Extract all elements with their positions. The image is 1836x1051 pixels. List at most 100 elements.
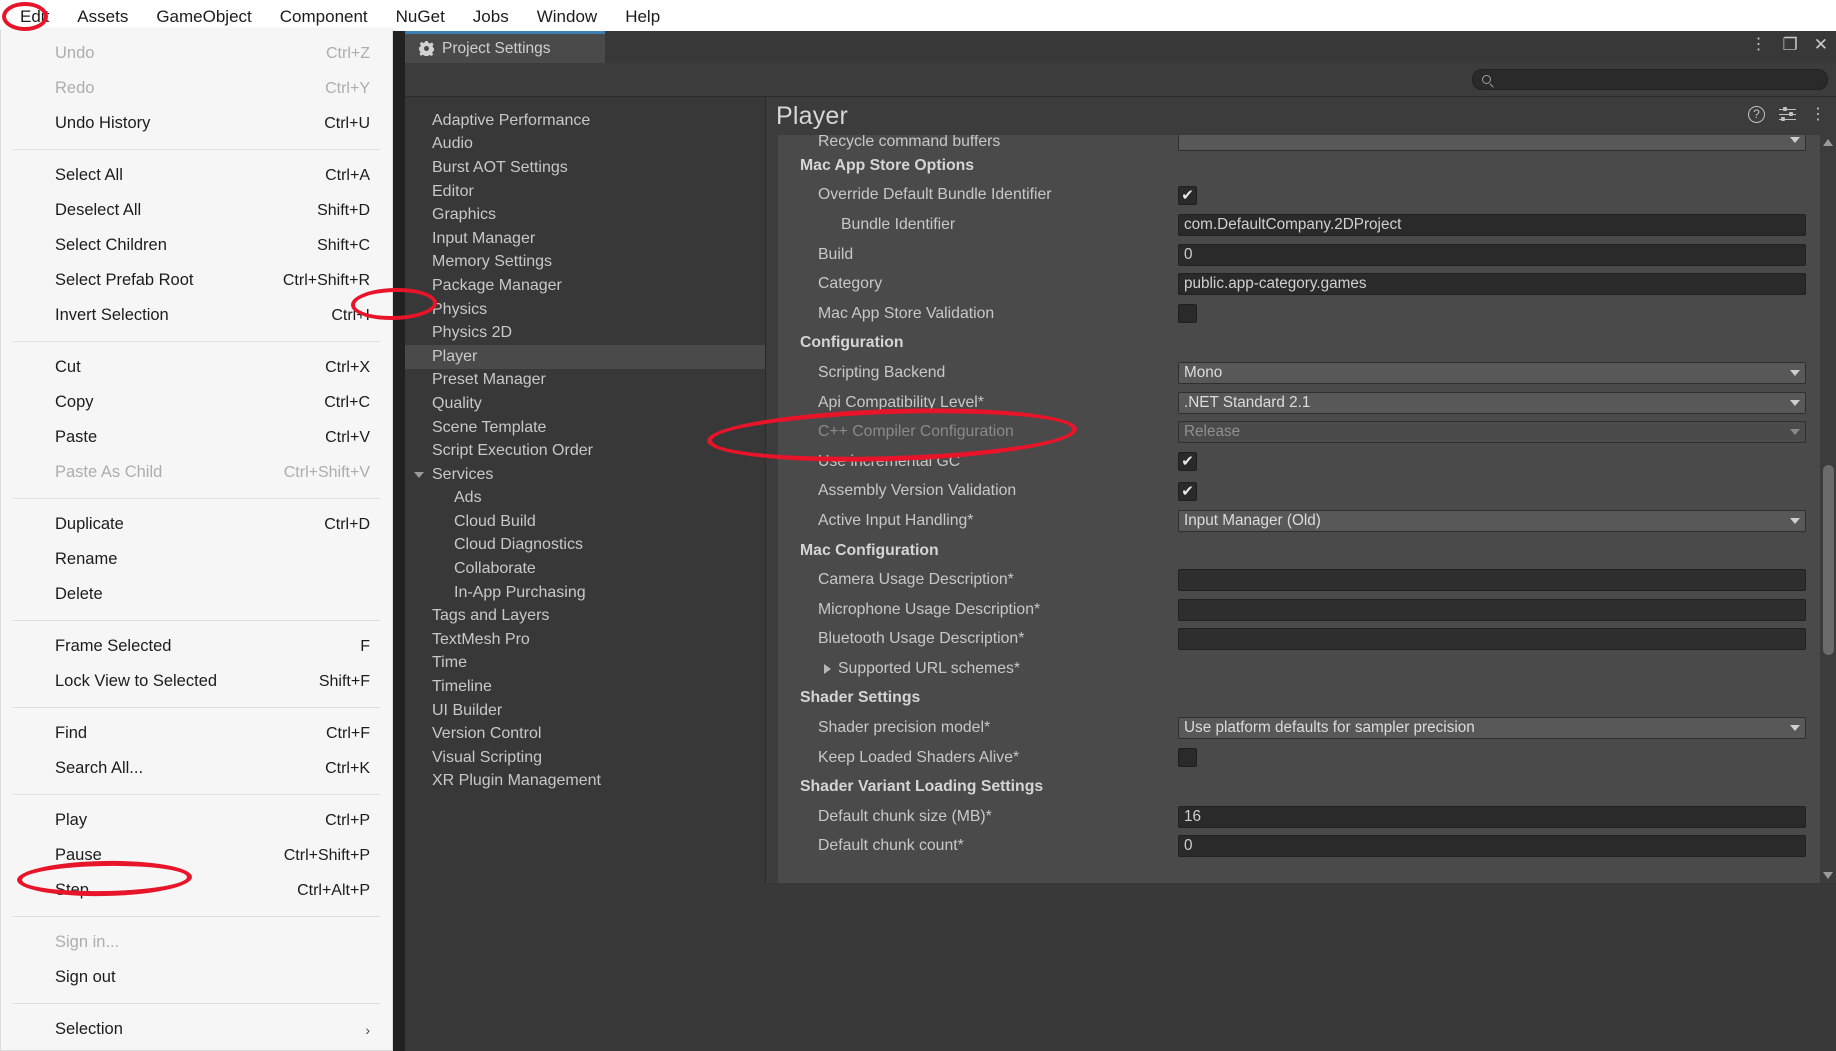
settings-category-input-manager[interactable]: Input Manager [405,227,765,251]
dropdown-api-compatibility-level[interactable]: .NET Standard 2.1 [1178,391,1806,414]
settings-category-adaptive-performance[interactable]: Adaptive Performance [405,109,765,133]
edit-menu-item-paste[interactable]: Paste Ctrl+V [1,420,392,455]
settings-category-preset-manager[interactable]: Preset Manager [405,369,765,393]
property-row-default-chunk-size-mb[interactable]: Default chunk size (MB)* 16 [778,802,1820,832]
settings-category-physics[interactable]: Physics [405,298,765,322]
property-row-override-default-bundle-identifier[interactable]: Override Default Bundle Identifier ✔ [778,181,1820,211]
edit-menu-item-select-children[interactable]: Select Children Shift+C [1,228,392,263]
settings-category-burst-aot-settings[interactable]: Burst AOT Settings [405,156,765,180]
settings-category-xr-plugin-management[interactable]: XR Plugin Management [405,770,765,794]
edit-menu-item-pause[interactable]: Pause Ctrl+Shift+P [1,838,392,873]
settings-vertical-scrollbar[interactable] [1820,135,1836,883]
edit-menu-item-selection[interactable]: Selection › [1,1012,392,1047]
search-input[interactable] [1497,72,1818,87]
settings-category-collaborate[interactable]: Collaborate [405,557,765,581]
settings-category-package-manager[interactable]: Package Manager [405,274,765,298]
edit-menu-item-find[interactable]: Find Ctrl+F [1,716,392,751]
settings-category-audio[interactable]: Audio [405,133,765,157]
property-row-camera-usage-description[interactable]: Camera Usage Description* [778,565,1820,595]
property-row-assembly-version-validation[interactable]: Assembly Version Validation ✔ [778,477,1820,507]
edit-menu-item-lock-view-to-selected[interactable]: Lock View to Selected Shift+F [1,664,392,699]
settings-category-script-execution-order[interactable]: Script Execution Order [405,439,765,463]
text-input-default-chunk-size-mb[interactable]: 16 [1178,805,1806,828]
property-row-default-chunk-count[interactable]: Default chunk count* 0 [778,832,1820,862]
chevron-right-icon[interactable] [824,663,831,674]
edit-menu-item-frame-selected[interactable]: Frame Selected F [1,629,392,664]
edit-menu-item-invert-selection[interactable]: Invert Selection Ctrl+I [1,298,392,333]
settings-category-quality[interactable]: Quality [405,392,765,416]
dropdown-active-input-handling[interactable]: Input Manager (Old) [1178,509,1806,532]
property-row-recycle-command-buffers[interactable]: Recycle command buffers [778,135,1820,151]
menu-nuget[interactable]: NuGet [382,3,459,31]
text-input-microphone-usage-description[interactable] [1178,598,1806,621]
menu-help[interactable]: Help [611,3,674,31]
scroll-down-arrow-icon[interactable] [1823,872,1833,879]
edit-menu-item-undo-history[interactable]: Undo History Ctrl+U [1,106,392,141]
text-input-default-chunk-count[interactable]: 0 [1178,835,1806,858]
scroll-up-arrow-icon[interactable] [1823,139,1833,146]
property-row-bundle-identifier[interactable]: Bundle Identifier com.DefaultCompany.2DPr… [778,210,1820,240]
checkbox-keep-loaded-shaders-alive[interactable]: ✔ [1178,748,1197,768]
menu-assets[interactable]: Assets [63,3,142,31]
checkbox-use-incremental-gc[interactable]: ✔ [1178,452,1197,472]
edit-menu-item-search-all[interactable]: Search All... Ctrl+K [1,751,392,786]
help-icon[interactable]: ? [1748,106,1765,123]
text-input-bundle-identifier[interactable]: com.DefaultCompany.2DProject [1178,213,1806,236]
settings-category-memory-settings[interactable]: Memory Settings [405,251,765,275]
settings-category-version-control[interactable]: Version Control [405,722,765,746]
checkbox-mac-app-store-validation[interactable]: ✔ [1178,304,1197,324]
settings-category-graphics[interactable]: Graphics [405,203,765,227]
text-input-camera-usage-description[interactable] [1178,569,1806,592]
search-box[interactable] [1472,69,1828,90]
property-row-category[interactable]: Category public.app-category.games [778,269,1820,299]
property-row-mac-app-store-validation[interactable]: Mac App Store Validation ✔ [778,299,1820,329]
settings-category-player[interactable]: Player [405,344,765,369]
settings-category-timeline[interactable]: Timeline [405,675,765,699]
edit-menu-item-copy[interactable]: Copy Ctrl+C [1,385,392,420]
settings-category-in-app-purchasing[interactable]: In-App Purchasing [405,581,765,605]
dropdown-recycle-command-buffers[interactable] [1178,135,1806,151]
property-row-keep-loaded-shaders-alive[interactable]: Keep Loaded Shaders Alive* ✔ [778,743,1820,773]
panel-menu-icon[interactable]: ⋮ [1810,106,1826,123]
settings-category-ui-builder[interactable]: UI Builder [405,699,765,723]
edit-menu-item-step[interactable]: Step Ctrl+Alt+P [1,873,392,908]
window-more-icon[interactable]: ⋮ [1751,35,1767,55]
property-row-shader-precision-model[interactable]: Shader precision model* Use platform defa… [778,713,1820,743]
settings-category-list[interactable]: Adaptive Performance Audio Burst AOT Setti… [405,97,766,883]
menu-window[interactable]: Window [523,3,611,31]
checkbox-assembly-version-validation[interactable]: ✔ [1178,481,1197,501]
settings-category-services[interactable]: Services [405,463,765,487]
edit-menu-item-sign-out[interactable]: Sign out [1,960,392,995]
settings-category-editor[interactable]: Editor [405,180,765,204]
settings-category-visual-scripting[interactable]: Visual Scripting [405,746,765,770]
text-input-category[interactable]: public.app-category.games [1178,273,1806,296]
checkbox-override-default-bundle-identifier[interactable]: ✔ [1178,185,1197,205]
dropdown-scripting-backend[interactable]: Mono [1178,361,1806,384]
tab-project-settings[interactable]: Project Settings [405,31,605,63]
settings-category-scene-template[interactable]: Scene Template [405,416,765,440]
settings-category-tags-and-layers[interactable]: Tags and Layers [405,604,765,628]
property-row-microphone-usage-description[interactable]: Microphone Usage Description* [778,595,1820,625]
window-close-icon[interactable]: ✕ [1814,35,1828,55]
settings-category-cloud-diagnostics[interactable]: Cloud Diagnostics [405,534,765,558]
menu-edit[interactable]: Edit [6,3,63,31]
property-row-c-compiler-configuration[interactable]: C++ Compiler Configuration Release [778,417,1820,447]
menu-component[interactable]: Component [266,3,382,31]
edit-menu-item-cut[interactable]: Cut Ctrl+X [1,350,392,385]
settings-category-cloud-build[interactable]: Cloud Build [405,510,765,534]
text-input-build[interactable]: 0 [1178,243,1806,266]
settings-category-time[interactable]: Time [405,652,765,676]
text-input-bluetooth-usage-description[interactable] [1178,628,1806,651]
menu-gameobject[interactable]: GameObject [142,3,265,31]
settings-category-textmesh-pro[interactable]: TextMesh Pro [405,628,765,652]
edit-menu-item-select-prefab-root[interactable]: Select Prefab Root Ctrl+Shift+R [1,263,392,298]
property-row-supported-url-schemes[interactable]: Supported URL schemes* [778,654,1820,684]
edit-menu-item-deselect-all[interactable]: Deselect All Shift+D [1,193,392,228]
edit-menu-item-delete[interactable]: Delete [1,577,392,612]
property-row-active-input-handling[interactable]: Active Input Handling* Input Manager (Old… [778,506,1820,536]
foldout-header[interactable]: Supported URL schemes* [778,660,1020,678]
chevron-down-icon[interactable] [414,471,424,478]
property-row-api-compatibility-level[interactable]: Api Compatibility Level* .NET Standard 2.… [778,388,1820,418]
preset-icon[interactable] [1779,107,1796,123]
edit-menu-item-rename[interactable]: Rename [1,542,392,577]
